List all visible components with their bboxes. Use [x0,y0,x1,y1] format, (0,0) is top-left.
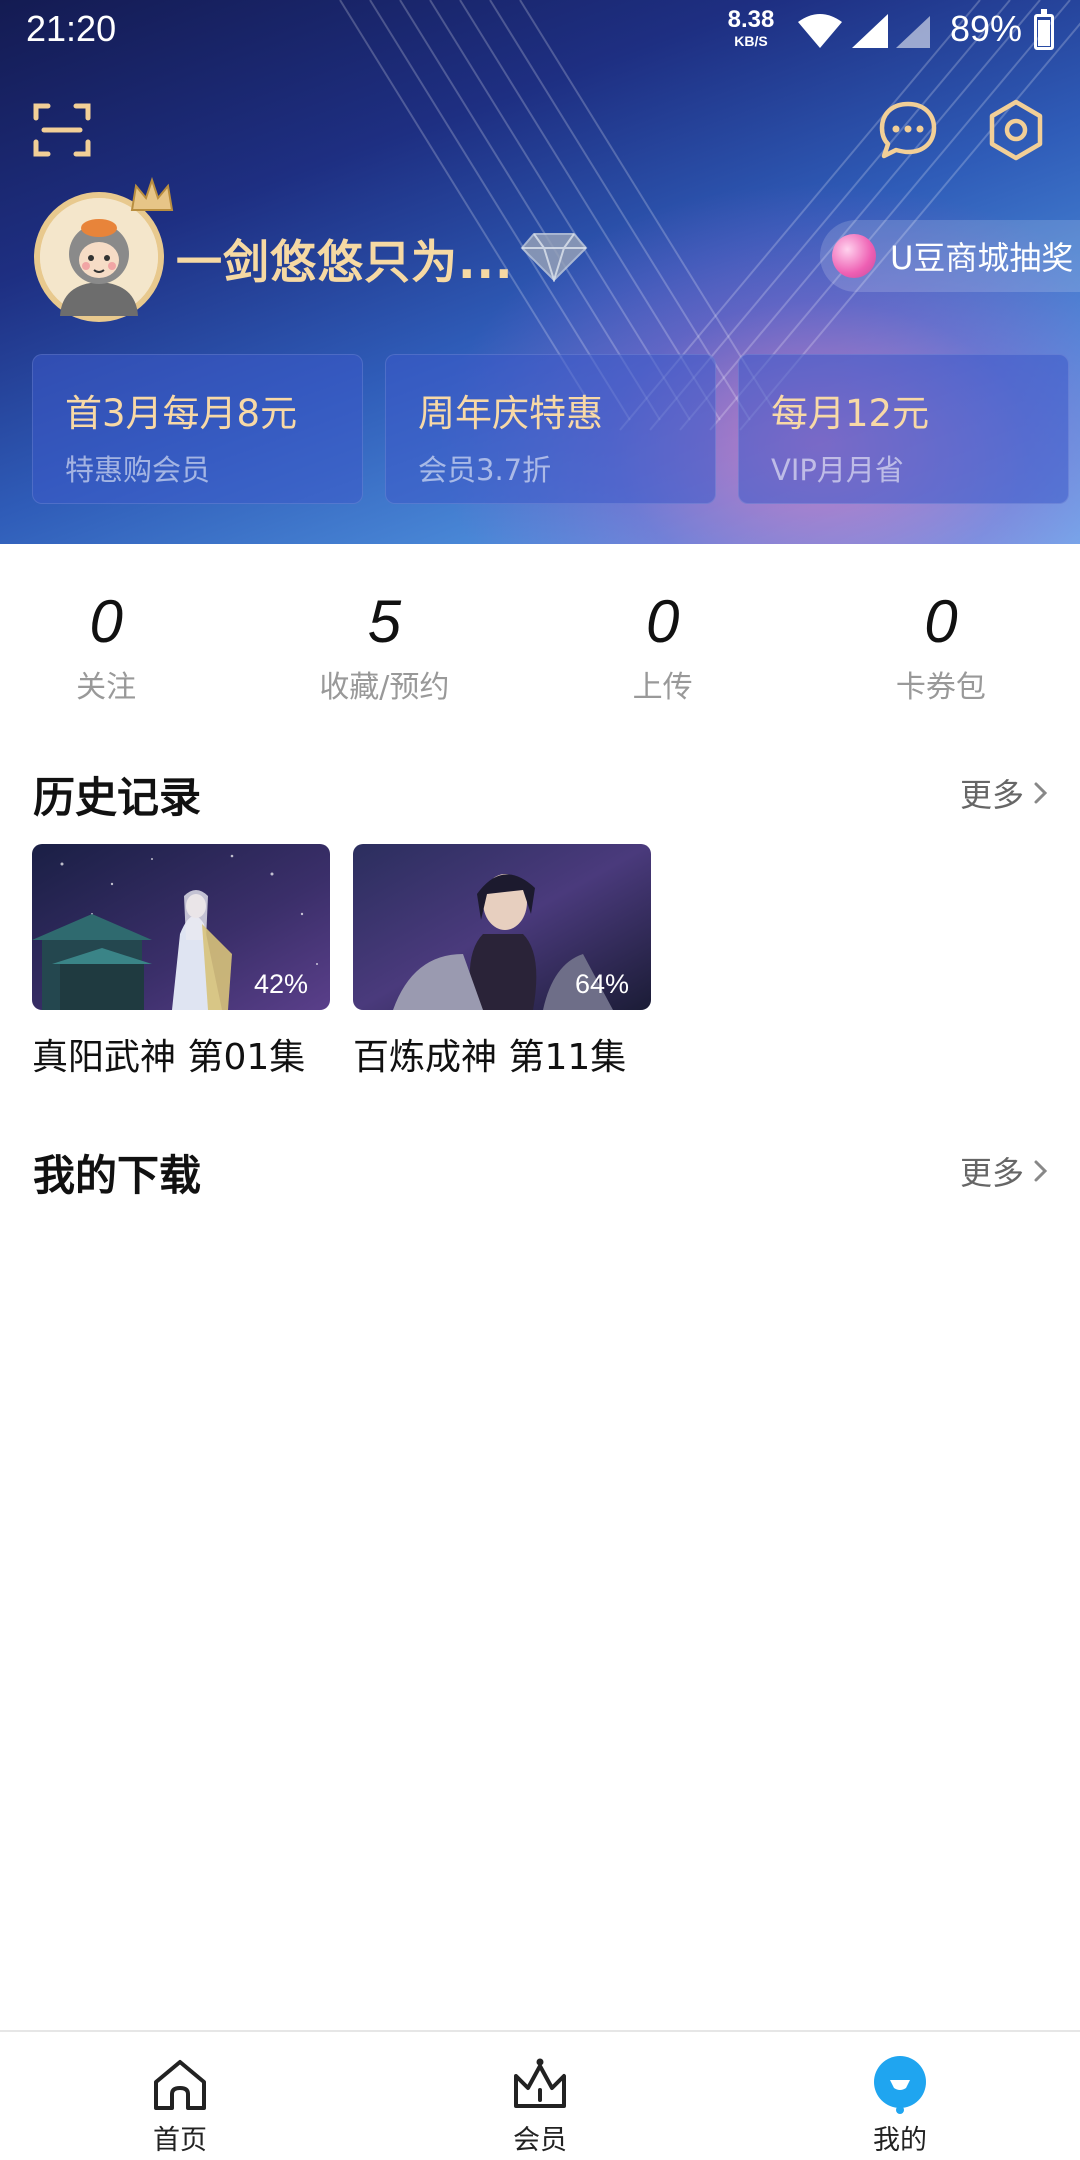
stat-coupons[interactable]: 0 卡券包 [802,590,1080,706]
nav-vip-label: 会员 [513,2125,567,2156]
bottom-navigation: 首页 会员 我的 [0,2030,1080,2160]
watch-progress: 42% [253,969,308,999]
battery-icon [1034,9,1054,50]
history-more-label: 更多 [959,776,1024,814]
network-speed-value: 8.38 [727,6,775,33]
stat-label: 关注 [76,670,137,705]
chevron-right-icon [1034,1160,1048,1182]
history-thumbnail: 64% [353,844,651,1010]
promo-card[interactable]: 每月12元 VIP月月省 [738,354,1069,504]
downloads-more-label: 更多 [959,1154,1024,1192]
history-item[interactable]: 42% 真阳武神 第01集 [32,844,330,1080]
crown-icon [514,2058,566,2108]
cell-signal-icon [852,14,888,48]
home-icon [154,2060,206,2110]
promo-title: 周年庆特惠 [418,392,603,435]
promo-card[interactable]: 首3月每月8元 特惠购会员 [32,354,363,504]
history-item-title: 百炼成神 第11集 [353,1037,627,1078]
stat-uploads[interactable]: 0 上传 [524,590,802,706]
watch-progress: 64% [574,969,629,999]
history-title: 历史记录 [33,773,202,822]
downloads-title: 我的下载 [33,1151,202,1200]
lottery-ball-icon [832,234,876,278]
stat-value: 0 [89,588,123,655]
promo-subtitle: 特惠购会员 [65,453,211,487]
username[interactable]: 一剑悠悠只为... [176,226,513,292]
settings-icon[interactable] [984,98,1048,162]
cell-signal-2-icon [896,16,930,48]
diamond-level-icon[interactable] [520,230,588,282]
promo-card[interactable]: 周年庆特惠 会员3.7折 [385,354,716,504]
nav-vip[interactable]: 会员 [360,2032,720,2160]
promo-subtitle: VIP月月省 [771,453,904,487]
status-time: 21:20 [26,8,117,49]
network-speed: 8.38 KB/S [722,6,780,49]
message-icon[interactable] [876,98,940,162]
stat-value: 5 [367,588,402,655]
promo-subtitle: 会员3.7折 [418,453,552,487]
scan-icon[interactable] [30,98,94,162]
chevron-right-icon [1034,782,1048,804]
stat-label: 卡券包 [895,670,986,705]
downloads-more-link[interactable]: 更多 [960,1148,1050,1194]
network-speed-unit: KB/S [734,33,768,49]
status-bar: 21:20 8.38 KB/S 89% [0,0,1080,64]
wifi-icon [798,14,842,48]
stat-label: 上传 [632,670,693,705]
history-item[interactable]: 64% 百炼成神 第11集 [353,844,651,1080]
nav-profile-label: 我的 [873,2125,927,2156]
lottery-button[interactable]: U豆商城抽奖 [820,220,1080,292]
promo-title: 每月12元 [771,392,930,435]
profile-icon [874,2056,926,2114]
promo-cards: 首3月每月8元 特惠购会员 周年庆特惠 会员3.7折 每月12元 VIP月月省 [32,354,1069,504]
stat-following[interactable]: 0 关注 [0,590,245,706]
stat-favorites[interactable]: 5 收藏/预约 [245,590,523,706]
nav-profile[interactable]: 我的 [720,2032,1080,2160]
promo-title: 首3月每月8元 [65,392,298,435]
vip-crown-badge-icon [130,176,174,211]
stat-label: 收藏/预约 [319,670,450,705]
history-thumbnail: 42% [32,844,330,1010]
nav-home[interactable]: 首页 [0,2032,360,2160]
lottery-label: U豆商城抽奖 [890,239,1074,277]
history-item-title: 真阳武神 第01集 [32,1037,306,1078]
stat-value: 0 [924,588,958,655]
battery-percent: 89% [950,8,1023,49]
history-more-link[interactable]: 更多 [960,770,1050,816]
stat-value: 0 [645,588,680,655]
nav-home-label: 首页 [153,2125,207,2156]
stats-row: 0 关注 5 收藏/预约 0 上传 0 卡券包 [0,590,1080,706]
wifi-signal-icons [798,14,930,48]
